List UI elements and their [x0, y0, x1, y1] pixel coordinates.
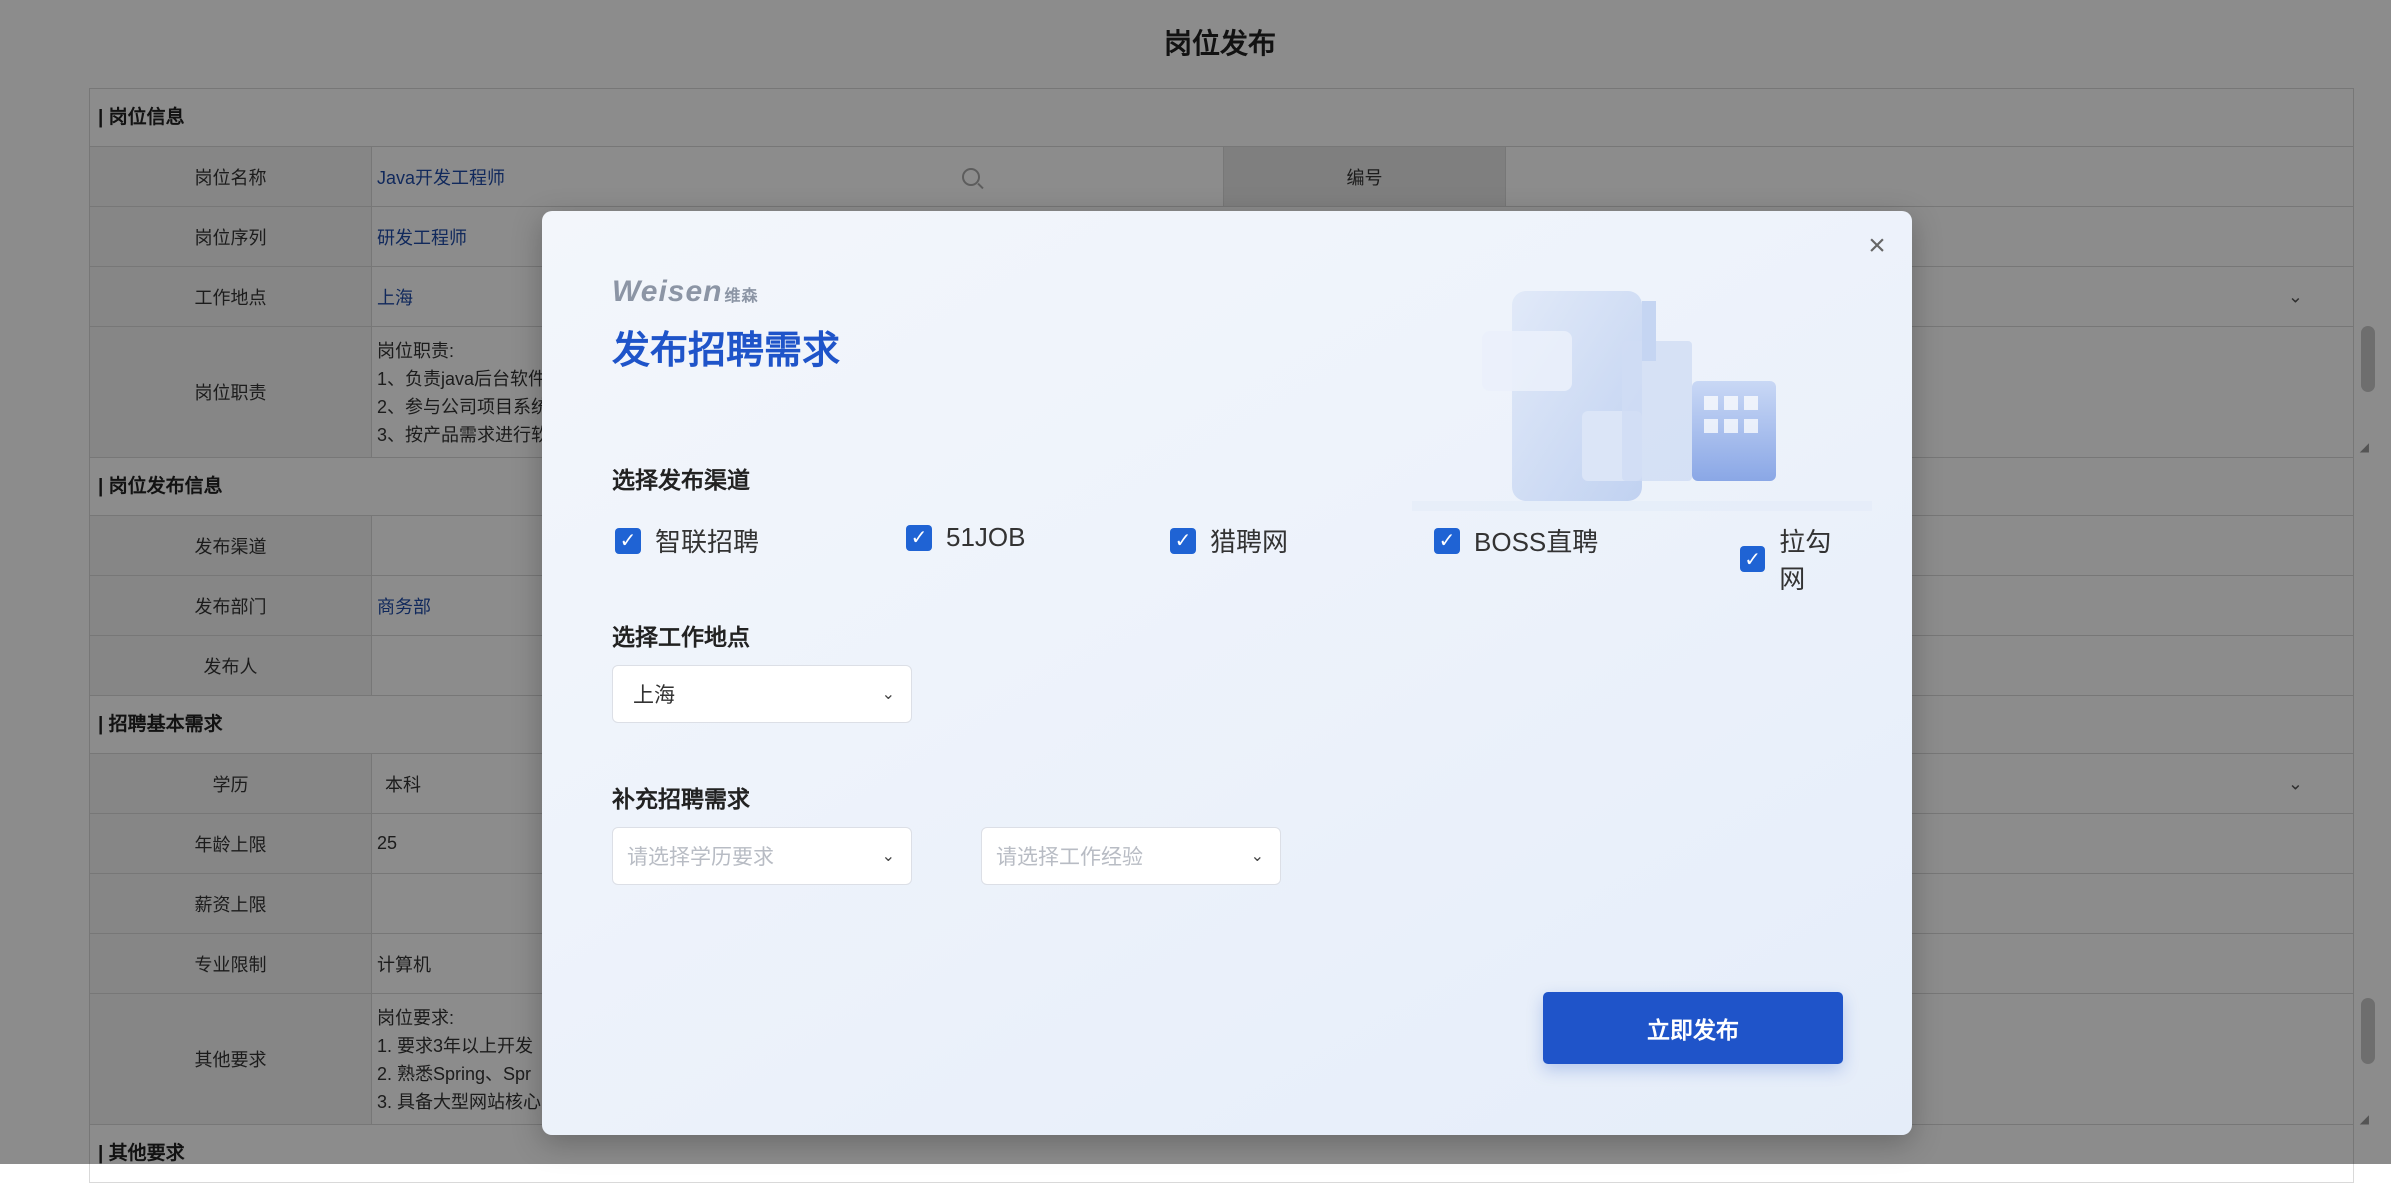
experience-select[interactable]: 请选择工作经验 ⌄ — [981, 827, 1281, 885]
brand-logo: Weisen 维森 — [612, 275, 759, 309]
channel-label: 51JOB — [946, 522, 1026, 552]
location-select[interactable]: 上海 ⌄ — [612, 665, 912, 723]
channel-boss[interactable]: ✓ BOSS直聘 — [1434, 522, 1598, 559]
channel-label: 拉勾网 — [1779, 527, 1832, 594]
edu-requirement-placeholder: 请选择学历要求 — [627, 846, 774, 869]
brand-name: Weisen — [612, 275, 723, 308]
publish-modal: × Weisen 维森 发布招聘需求 选择发布渠道 ✓ 智联招聘 ✓ 51JOB… — [542, 211, 1912, 1135]
recruitment-illustration-icon — [1412, 291, 1872, 511]
brand-name-cn: 维森 — [724, 288, 759, 305]
chevron-down-icon: ⌄ — [881, 686, 895, 703]
checkbox-checked-icon[interactable]: ✓ — [906, 524, 932, 551]
location-value: 上海 — [633, 684, 675, 707]
chevron-down-icon: ⌄ — [881, 848, 895, 865]
channel-checkbox-group: ✓ 智联招聘 ✓ 51JOB ✓ 猎聘网 ✓ BOSS直聘 ✓ 拉勾网 — [615, 522, 1855, 594]
chevron-down-icon: ⌄ — [1250, 848, 1264, 865]
channel-section-label: 选择发布渠道 — [612, 467, 750, 493]
channel-zhilian[interactable]: ✓ 智联招聘 — [615, 522, 759, 559]
location-section-label: 选择工作地点 — [612, 624, 750, 650]
checkbox-checked-icon[interactable]: ✓ — [1434, 527, 1460, 554]
channel-51job[interactable]: ✓ 51JOB — [906, 522, 1026, 553]
close-icon[interactable]: × — [1864, 231, 1890, 261]
checkbox-checked-icon[interactable]: ✓ — [1740, 546, 1766, 572]
channel-liepin[interactable]: ✓ 猎聘网 — [1170, 522, 1288, 559]
experience-placeholder: 请选择工作经验 — [996, 846, 1143, 869]
channel-label: BOSS直聘 — [1474, 527, 1599, 557]
publish-now-button[interactable]: 立即发布 — [1543, 992, 1843, 1064]
extra-section-label: 补充招聘需求 — [612, 786, 750, 812]
edu-requirement-select[interactable]: 请选择学历要求 ⌄ — [612, 827, 912, 885]
channel-label: 智联招聘 — [655, 527, 760, 557]
modal-title: 发布招聘需求 — [612, 330, 841, 372]
channel-label: 猎聘网 — [1210, 527, 1289, 557]
checkbox-checked-icon[interactable]: ✓ — [615, 527, 641, 554]
channel-lagou[interactable]: ✓ 拉勾网 — [1740, 522, 1855, 596]
checkbox-checked-icon[interactable]: ✓ — [1170, 527, 1196, 554]
